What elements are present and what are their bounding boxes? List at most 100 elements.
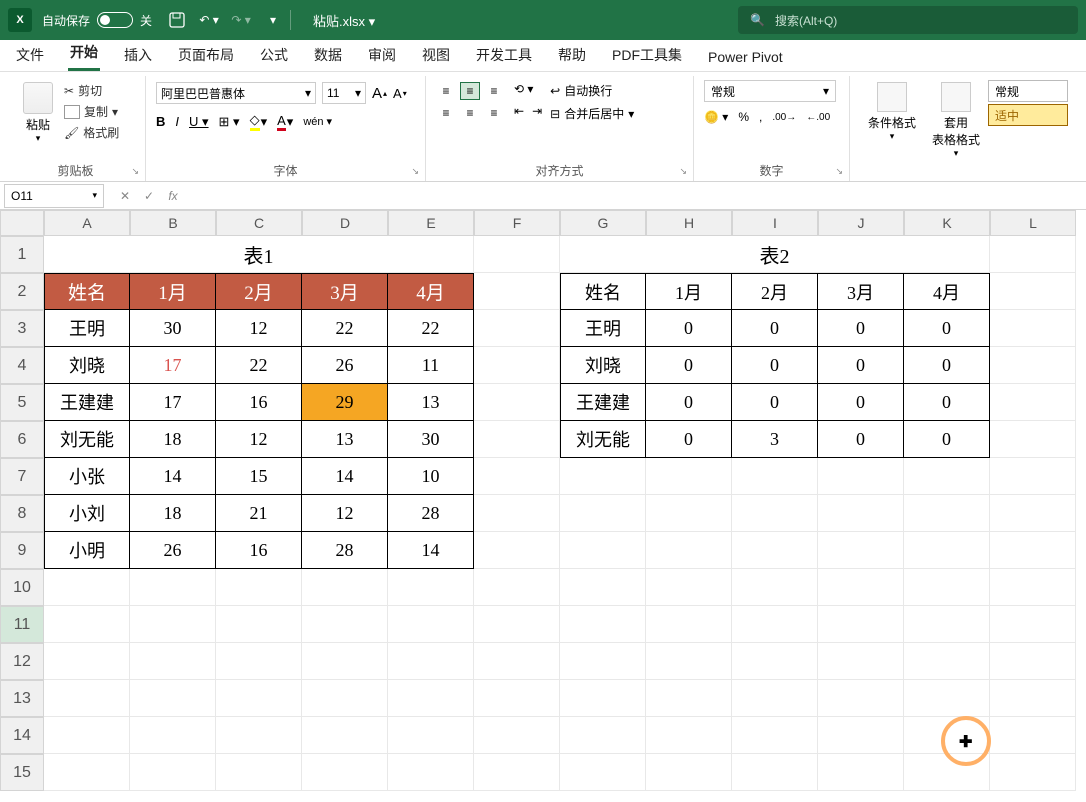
cell[interactable] [216,643,302,680]
cell[interactable]: 0 [904,310,990,347]
cell[interactable] [904,495,990,532]
cell[interactable] [302,643,388,680]
save-icon[interactable] [164,7,190,33]
cell[interactable]: 3月 [818,273,904,310]
cell[interactable] [732,458,818,495]
decrease-font-icon[interactable]: A▾ [393,86,407,101]
format-painter-button[interactable]: 🖌格式刷 [64,124,119,141]
cell[interactable]: 12 [216,310,302,347]
column-header-D[interactable]: D [302,210,388,236]
cell[interactable] [904,569,990,606]
clipboard-dialog-icon[interactable]: ↘ [131,166,139,177]
cell[interactable]: 0 [646,421,732,458]
fx-icon[interactable]: fx [162,185,184,207]
cell[interactable] [646,532,732,569]
select-all-corner[interactable] [0,210,44,236]
cell[interactable] [560,754,646,791]
column-header-E[interactable]: E [388,210,474,236]
cell[interactable] [474,347,560,384]
cell[interactable] [904,458,990,495]
cell[interactable] [990,458,1076,495]
tab-review[interactable]: 审阅 [366,39,398,71]
cell[interactable]: 小明 [44,532,130,569]
cell[interactable] [388,680,474,717]
cell[interactable] [474,643,560,680]
cell[interactable] [732,754,818,791]
cell[interactable] [818,717,904,754]
name-box[interactable]: O11▾ [4,184,104,208]
currency-icon[interactable]: 🪙 ▾ [704,110,728,124]
cell[interactable] [990,236,1076,273]
increase-decimal-icon[interactable]: .00→ [772,112,796,123]
cell[interactable] [732,643,818,680]
cell[interactable] [44,643,130,680]
cell[interactable] [732,717,818,754]
tab-layout[interactable]: 页面布局 [176,39,236,71]
cell[interactable]: 14 [302,458,388,495]
align-center-icon[interactable]: ≡ [460,104,480,122]
cell[interactable]: 0 [818,310,904,347]
cell[interactable]: 26 [130,532,216,569]
percent-icon[interactable]: % [738,110,749,124]
number-format-select[interactable]: 常规▾ [704,80,836,102]
cell[interactable]: 14 [130,458,216,495]
cell-style-normal[interactable]: 常规 [988,80,1068,102]
cell[interactable] [474,754,560,791]
column-header-G[interactable]: G [560,210,646,236]
cell[interactable] [818,606,904,643]
conditional-format-button[interactable]: 条件格式▾ [860,78,924,179]
cell[interactable] [990,754,1076,791]
cell-style-good[interactable]: 适中 [988,104,1068,126]
cell[interactable]: 16 [216,532,302,569]
cell[interactable]: 22 [302,310,388,347]
copy-button[interactable]: 复制 ▾ [64,103,119,120]
cell[interactable] [474,310,560,347]
cell[interactable] [474,273,560,310]
column-header-L[interactable]: L [990,210,1076,236]
tab-formulas[interactable]: 公式 [258,39,290,71]
cell[interactable] [990,569,1076,606]
column-header-B[interactable]: B [130,210,216,236]
row-header-11[interactable]: 11 [0,606,44,643]
cell[interactable] [990,717,1076,754]
cell[interactable] [646,569,732,606]
cell[interactable] [990,384,1076,421]
cell[interactable] [560,569,646,606]
cell[interactable] [388,606,474,643]
cell[interactable] [130,717,216,754]
cell[interactable] [216,606,302,643]
cell[interactable] [302,606,388,643]
formula-input[interactable] [190,184,1086,208]
cell[interactable]: 2月 [216,273,302,310]
tab-dev[interactable]: 开发工具 [474,39,534,71]
cell[interactable] [990,310,1076,347]
row-header-7[interactable]: 7 [0,458,44,495]
cell[interactable] [990,495,1076,532]
align-left-icon[interactable]: ≡ [436,104,456,122]
phonetic-button[interactable]: wén ▾ [303,115,332,128]
cell[interactable] [904,606,990,643]
cell[interactable]: 18 [130,421,216,458]
toggle-switch[interactable] [97,12,133,28]
cell[interactable] [44,717,130,754]
cell[interactable]: 3 [732,421,818,458]
cell[interactable]: 刘晓 [560,347,646,384]
cell[interactable] [818,643,904,680]
row-header-13[interactable]: 13 [0,680,44,717]
redo-icon[interactable]: ↷ ▾ [228,7,254,33]
cell[interactable] [732,680,818,717]
cell[interactable] [646,680,732,717]
cell[interactable]: 表2 [560,236,990,273]
cell[interactable]: 28 [388,495,474,532]
cell[interactable] [44,680,130,717]
cell[interactable] [302,754,388,791]
cell[interactable]: 刘无能 [560,421,646,458]
cell[interactable]: 12 [216,421,302,458]
cell[interactable] [474,606,560,643]
cell[interactable] [388,643,474,680]
row-header-2[interactable]: 2 [0,273,44,310]
cell[interactable]: 30 [130,310,216,347]
cell[interactable]: 14 [388,532,474,569]
cell[interactable] [560,458,646,495]
column-header-I[interactable]: I [732,210,818,236]
